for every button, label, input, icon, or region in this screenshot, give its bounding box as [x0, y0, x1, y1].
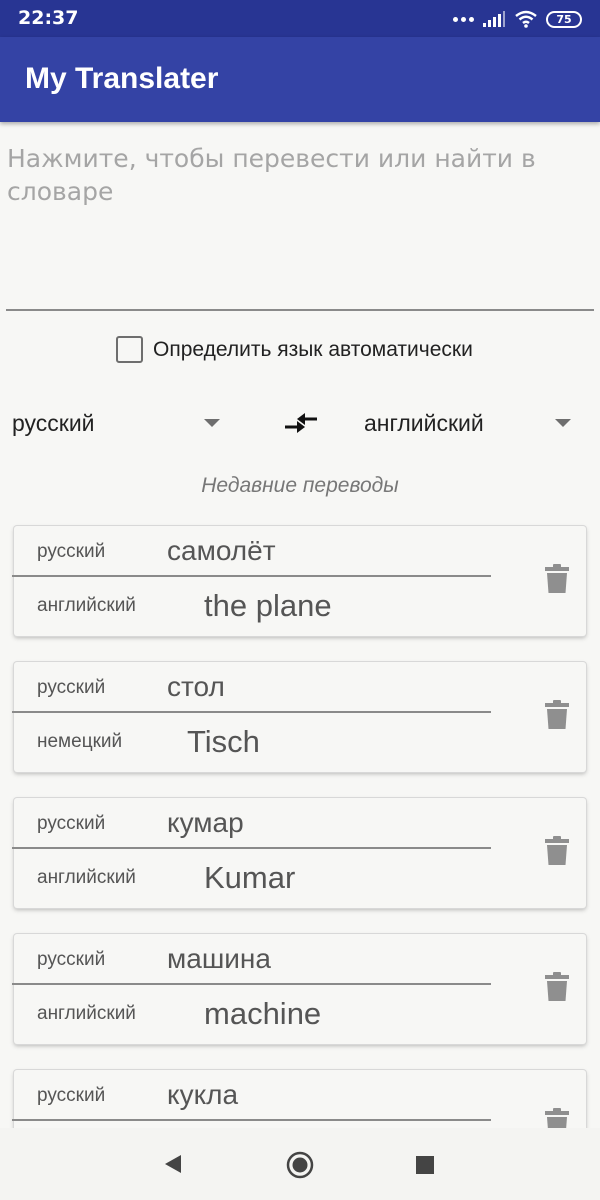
chevron-down-icon	[204, 419, 220, 427]
source-word: машина	[167, 943, 271, 974]
source-language-label: русский	[37, 949, 106, 970]
trash-icon[interactable]	[545, 836, 569, 866]
translated-word: Kumar	[204, 860, 296, 895]
wifi-icon	[515, 10, 537, 28]
app-title: My Translater	[25, 62, 219, 95]
navigation-bar	[0, 1128, 600, 1200]
recents-icon[interactable]	[416, 1156, 434, 1174]
signal-dots-icon	[453, 16, 474, 22]
source-language-value: русский	[12, 409, 95, 436]
home-icon[interactable]	[286, 1151, 314, 1179]
source-word: самолёт	[167, 535, 276, 566]
battery-icon: 75	[546, 10, 582, 28]
source-word: кумар	[167, 807, 244, 838]
auto-detect-row[interactable]: Определить язык автоматически	[116, 336, 473, 363]
source-language-label: русский	[37, 813, 106, 834]
recent-translation-card[interactable]: русский кумар английский Kumar	[12, 798, 586, 908]
source-word: стол	[167, 671, 225, 702]
recent-translation-card[interactable]: русский машина английский machine	[12, 934, 586, 1044]
target-language-select[interactable]: английский	[364, 405, 574, 441]
card-divider	[12, 1119, 491, 1121]
card-divider	[12, 575, 491, 577]
status-bar: 22:37 75	[0, 0, 600, 37]
trash-icon[interactable]	[545, 564, 569, 594]
target-language-label: английский	[37, 1003, 136, 1024]
status-icons: 75	[453, 8, 582, 30]
source-language-select[interactable]: русский	[12, 405, 222, 441]
recent-translation-card[interactable]: русский стол немецкий Tisch	[12, 662, 586, 772]
cell-signal-icon	[483, 11, 505, 27]
translated-word: machine	[204, 996, 322, 1031]
target-language-label: английский	[37, 867, 136, 888]
source-language-label: русский	[37, 677, 106, 698]
card-divider	[12, 711, 491, 713]
source-word: кукла	[167, 1079, 239, 1110]
chevron-down-icon	[555, 419, 571, 427]
card-divider	[12, 847, 491, 849]
translate-input[interactable]: Нажмите, чтобы перевести или найти в сло…	[6, 122, 594, 311]
recent-translation-card[interactable]: русский самолёт английский the plane	[12, 526, 586, 636]
trash-icon[interactable]	[545, 700, 569, 730]
source-language-label: русский	[37, 541, 106, 562]
trash-icon[interactable]	[545, 972, 569, 1002]
translated-word: Tisch	[187, 724, 260, 759]
back-icon[interactable]	[163, 1154, 183, 1174]
source-language-label: русский	[37, 1085, 106, 1106]
swap-languages-icon[interactable]	[284, 410, 318, 436]
status-time: 22:37	[18, 7, 79, 29]
auto-detect-label: Определить язык автоматически	[153, 337, 473, 361]
target-language-label: немецкий	[37, 731, 123, 752]
app-bar: My Translater	[0, 37, 600, 122]
auto-detect-checkbox[interactable]	[116, 336, 143, 363]
target-language-value: английский	[364, 409, 484, 436]
card-divider	[12, 983, 491, 985]
recent-translations-title: Недавние переводы	[201, 474, 399, 497]
target-language-label: английский	[37, 595, 136, 616]
translated-word: the plane	[204, 588, 332, 623]
input-placeholder: Нажмите, чтобы перевести или найти в сло…	[7, 144, 536, 206]
